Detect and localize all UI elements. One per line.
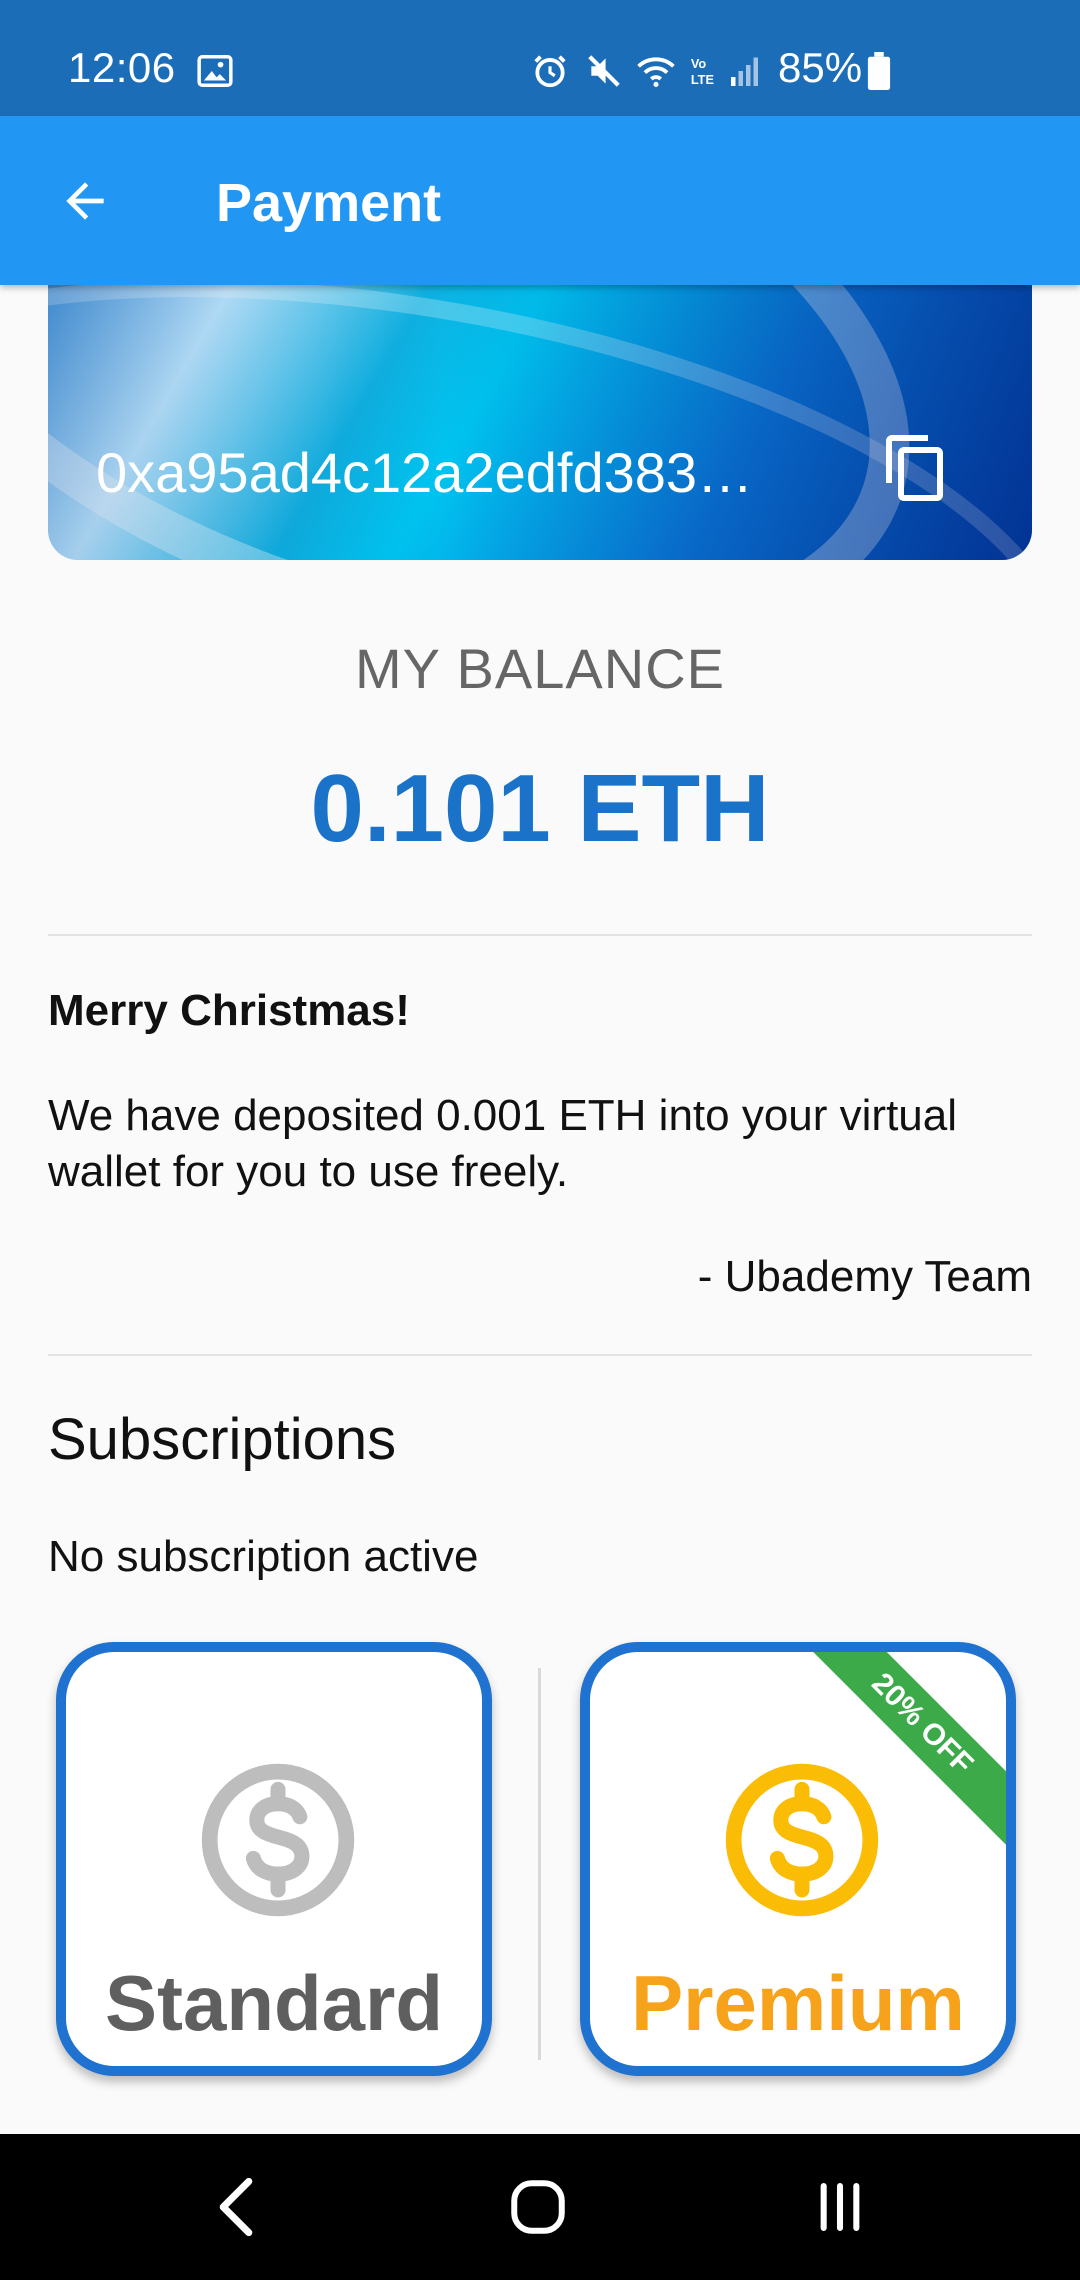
back-arrow-icon bbox=[66, 182, 104, 220]
status-time: 12:06 bbox=[68, 44, 176, 91]
message-signature: - Ubademy Team bbox=[697, 1252, 1032, 1301]
status-bar: 12:06 Vo LTE 85% bbox=[0, 0, 1080, 116]
wallet-card: 0xa95ad4c12a2edfd383… bbox=[48, 240, 1032, 560]
signal-icon bbox=[731, 57, 758, 86]
message-title: Merry Christmas! bbox=[48, 986, 410, 1035]
back-button[interactable] bbox=[40, 156, 130, 246]
svg-text:LTE: LTE bbox=[691, 72, 714, 87]
standard-plan-card[interactable]: Standard bbox=[56, 1642, 492, 2076]
image-icon bbox=[197, 55, 233, 87]
nav-home-button[interactable] bbox=[458, 2134, 618, 2280]
app-bar: Payment bbox=[0, 116, 1080, 285]
nav-back-button[interactable] bbox=[156, 2134, 316, 2280]
mute-icon bbox=[588, 55, 620, 87]
dollar-icon bbox=[725, 1763, 879, 1917]
copy-address-button[interactable] bbox=[868, 420, 964, 516]
subscription-status: No subscription active bbox=[48, 1532, 479, 1581]
nav-recents-icon bbox=[820, 2182, 860, 2232]
balance-value: 0.101 ETH bbox=[310, 755, 770, 862]
copy-icon bbox=[886, 435, 943, 501]
subscriptions-title: Subscriptions bbox=[48, 1407, 397, 1472]
dollar-icon bbox=[201, 1763, 355, 1917]
premium-plan-card[interactable]: 20% OFF Premium bbox=[580, 1642, 1016, 2076]
divider bbox=[48, 1354, 1032, 1356]
nav-back-icon bbox=[219, 2177, 253, 2237]
plans-separator bbox=[538, 1668, 541, 2060]
premium-plan-label: Premium bbox=[631, 1959, 965, 2047]
battery-icon bbox=[867, 52, 891, 90]
volte-icon: Vo LTE bbox=[691, 56, 714, 87]
system-nav-bar bbox=[0, 2134, 1080, 2280]
standard-plan-label: Standard bbox=[104, 1959, 444, 2047]
balance-label: MY BALANCE bbox=[355, 637, 725, 700]
svg-text:Vo: Vo bbox=[691, 56, 707, 71]
message-body: We have deposited 0.001 ETH into your vi… bbox=[48, 1091, 958, 1196]
wallet-address: 0xa95ad4c12a2edfd383… bbox=[96, 441, 754, 504]
nav-home-icon bbox=[511, 2180, 565, 2234]
nav-recents-button[interactable] bbox=[760, 2134, 920, 2280]
page-title: Payment bbox=[216, 173, 442, 233]
alarm-icon bbox=[534, 55, 566, 88]
wifi-icon bbox=[637, 57, 675, 87]
divider bbox=[48, 934, 1032, 936]
battery-percent: 85% bbox=[778, 44, 863, 91]
